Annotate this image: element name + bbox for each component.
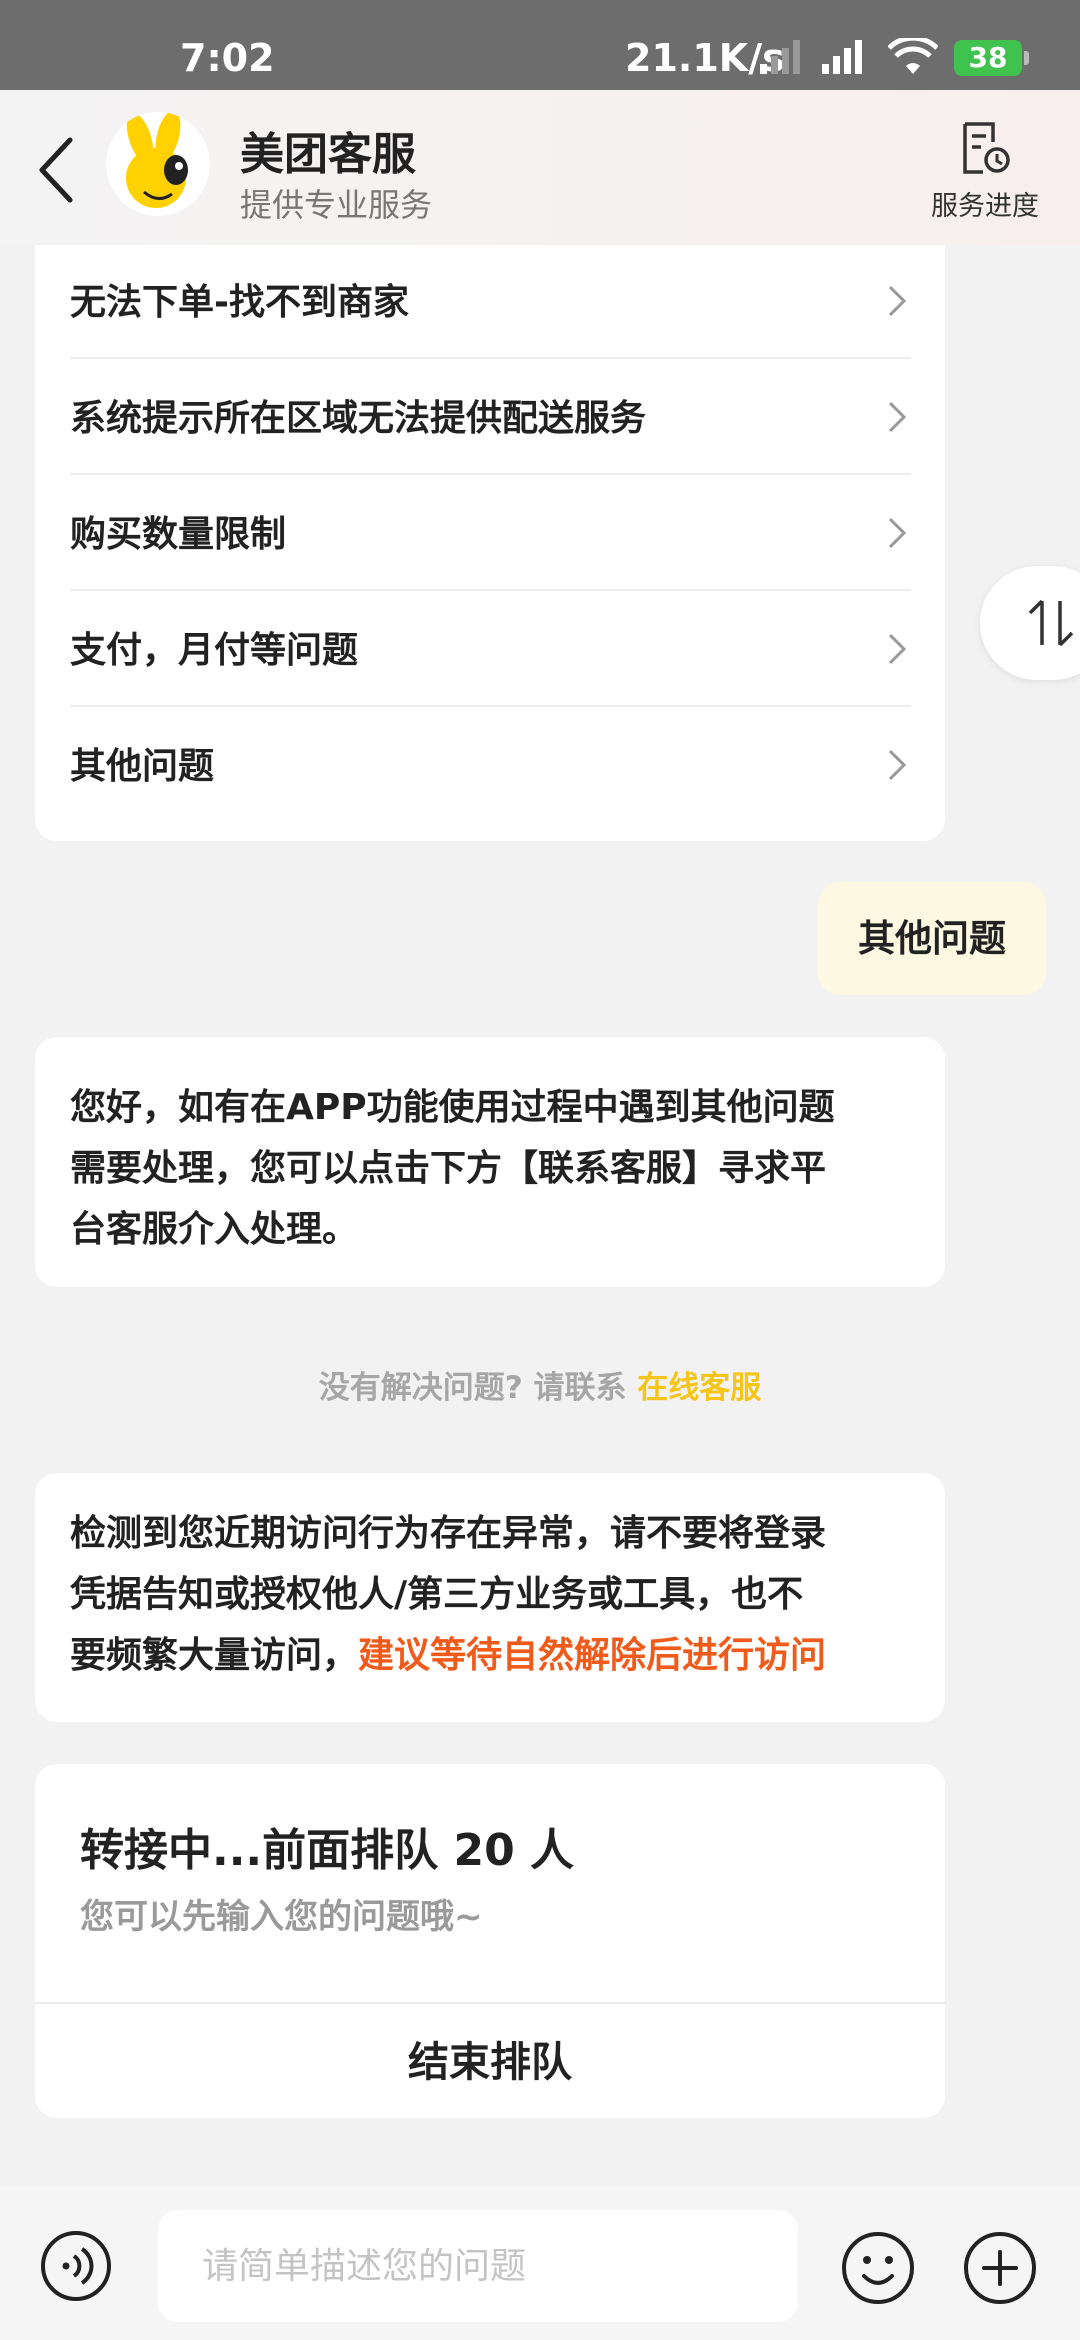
warning-line: 要频繁大量访问，建议等待自然解除后进行访问	[70, 1625, 826, 1686]
faq-item[interactable]: 系统提示所在区域无法提供配送服务	[70, 359, 910, 475]
page-subtitle: 提供专业服务	[240, 186, 433, 224]
cell-signal-icon	[760, 40, 800, 74]
online-service-link[interactable]: 在线客服	[637, 1370, 761, 1406]
wifi-icon	[888, 38, 938, 74]
status-bar: 7:02 21.1K/s 38	[0, 0, 1080, 90]
faq-item-label: 无法下单-找不到商家	[70, 282, 409, 323]
back-arrow-icon[interactable]	[30, 130, 90, 210]
warning-bubble: 检测到您近期访问行为存在异常，请不要将登录 凭据告知或授权他人/第三方业务或工具…	[35, 1473, 945, 1722]
faq-item-label: 支付，月付等问题	[70, 630, 359, 671]
document-clock-icon	[963, 122, 1010, 174]
warning-highlight: 建议等待自然解除后进行访问	[358, 1635, 827, 1676]
contact-hint-text: 没有解决问题? 请联系	[318, 1370, 627, 1406]
bot-reply-line: 您好，如有在APP功能使用过程中遇到其他问题	[70, 1087, 835, 1128]
plus-icon[interactable]	[962, 2230, 1038, 2306]
chevron-right-icon	[888, 401, 907, 433]
service-progress-button[interactable]: 服务进度	[920, 120, 1050, 230]
chevron-right-icon	[888, 285, 907, 317]
faq-item[interactable]: 其他问题	[70, 707, 910, 823]
faq-item-label: 其他问题	[70, 746, 215, 787]
warning-line: 检测到您近期访问行为存在异常，请不要将登录	[70, 1513, 827, 1554]
chevron-right-icon	[888, 633, 907, 665]
question-input[interactable]	[158, 2210, 798, 2322]
bot-reply-text: 您好，如有在APP功能使用过程中遇到其他问题 需要处理，您可以点击下方【联系客服…	[70, 1077, 835, 1260]
queue-card: 转接中...前面排队 20 人 您可以先输入您的问题哦~ 结束排队	[35, 1764, 945, 2118]
battery-indicator: 38	[954, 40, 1029, 76]
service-progress-label: 服务进度	[931, 191, 1039, 222]
cell-signal-icon	[822, 40, 862, 74]
faq-item[interactable]: 购买数量限制	[70, 475, 910, 591]
scroll-toggle-button[interactable]	[980, 566, 1080, 680]
chevron-right-icon	[888, 749, 907, 781]
faq-item-label: 系统提示所在区域无法提供配送服务	[70, 398, 647, 439]
input-bar	[0, 2186, 1080, 2340]
warning-line: 凭据告知或授权他人/第三方业务或工具，也不	[70, 1574, 804, 1615]
queue-status: 转接中...前面排队 20 人	[80, 1825, 575, 1876]
contact-hint: 没有解决问题? 请联系 在线客服	[0, 1362, 1080, 1407]
faq-item-label: 购买数量限制	[70, 514, 287, 555]
bot-reply-line: 台客服介入处理。	[70, 1209, 359, 1250]
queue-hint: 您可以先输入您的问题哦~	[80, 1897, 483, 1937]
chevron-right-icon	[888, 517, 907, 549]
chat-header: 美团客服 提供专业服务 服务进度	[0, 90, 1080, 245]
faq-item[interactable]: 无法下单-找不到商家	[70, 243, 910, 359]
swap-arrows-icon	[1028, 599, 1074, 647]
page-title: 美团客服	[240, 129, 416, 180]
kangaroo-mascot-icon	[126, 112, 188, 208]
avatar[interactable]	[106, 112, 210, 216]
faq-item[interactable]: 支付，月付等问题	[70, 591, 910, 707]
warning-line-text: 要频繁大量访问，	[70, 1635, 359, 1676]
status-time: 7:02	[180, 36, 275, 80]
bot-reply-bubble: 您好，如有在APP功能使用过程中遇到其他问题 需要处理，您可以点击下方【联系客服…	[35, 1037, 945, 1287]
faq-menu-card: 无法下单-找不到商家 系统提示所在区域无法提供配送服务 购买数量限制 支付，月付…	[35, 245, 945, 841]
warning-text: 检测到您近期访问行为存在异常，请不要将登录 凭据告知或授权他人/第三方业务或工具…	[70, 1503, 826, 1686]
emoji-icon[interactable]	[840, 2230, 916, 2306]
bot-reply-line: 需要处理，您可以点击下方【联系客服】寻求平	[70, 1148, 827, 1189]
user-message-bubble: 其他问题	[818, 882, 1046, 995]
end-queue-button[interactable]: 结束排队	[35, 2002, 945, 2118]
voice-input-icon[interactable]	[40, 2230, 112, 2302]
